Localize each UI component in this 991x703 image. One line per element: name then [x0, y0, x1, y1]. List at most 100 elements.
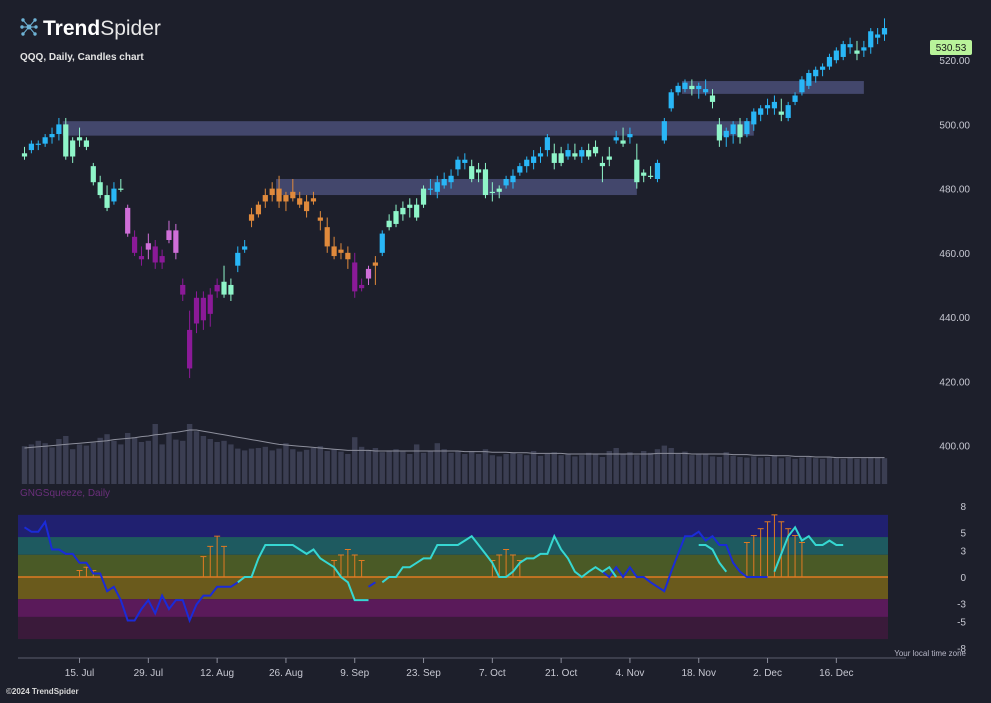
candle-body: [324, 227, 330, 247]
volume-bar: [530, 451, 537, 484]
candle-body: [551, 153, 557, 163]
volume-bar: [297, 451, 303, 484]
volume-bar: [180, 440, 186, 484]
candle-body: [455, 159, 461, 170]
volume-bar: [813, 458, 819, 484]
candle-body: [469, 166, 475, 179]
volume-bar: [833, 458, 840, 484]
volume-bar: [757, 457, 764, 484]
candle-body: [228, 284, 234, 295]
time-tick-label: 16. Dec: [819, 668, 853, 679]
volume-bar: [193, 431, 200, 484]
candle-body: [35, 143, 41, 145]
candle-body: [276, 188, 282, 202]
last-price-value: 530.53: [936, 43, 967, 54]
candle-body: [434, 182, 440, 192]
candle-body: [145, 243, 151, 250]
candle-body: [689, 85, 695, 90]
candle-body: [641, 172, 647, 176]
volume-bar: [606, 451, 612, 484]
volume-bar: [462, 454, 468, 484]
volume-bar: [166, 433, 172, 484]
candle-body: [524, 159, 530, 167]
chart-stage: TrendSpider QQQ, Daily, Candles chart 40…: [0, 0, 991, 698]
volume-bar: [331, 449, 337, 484]
volume-bar: [599, 457, 606, 484]
candle-body: [813, 69, 819, 77]
candle-body: [400, 207, 406, 215]
volume-bar: [241, 450, 248, 484]
candle-body: [427, 188, 434, 190]
volume-bar: [42, 443, 48, 484]
volume-bar: [565, 454, 571, 484]
volume-bar: [778, 458, 784, 484]
candle-body: [152, 246, 158, 263]
timezone-label[interactable]: Your local time zone: [894, 649, 966, 658]
volume-bar: [702, 454, 709, 484]
candle-body: [462, 159, 468, 163]
candle-body: [303, 201, 310, 212]
candle-body: [235, 252, 241, 266]
candle-body: [723, 130, 729, 138]
volume-bar: [723, 452, 729, 484]
volume-bar: [455, 451, 461, 484]
time-tick-label: 21. Oct: [545, 668, 577, 679]
candle-body: [63, 124, 69, 157]
candle-body: [613, 137, 619, 141]
candle-body: [709, 95, 716, 102]
candle-body: [248, 214, 255, 221]
candle-body: [290, 191, 296, 199]
volume-bar: [49, 447, 55, 484]
time-tick-label: 7. Oct: [479, 668, 506, 679]
indicator-tick-label: -3: [957, 600, 966, 611]
candle-body: [634, 159, 640, 183]
volume-bar: [372, 448, 379, 484]
volume-bar: [131, 437, 138, 484]
candle-body: [826, 56, 833, 67]
candle-body: [317, 217, 323, 221]
candle-body: [682, 82, 688, 90]
candle-body: [70, 140, 76, 157]
candle-body: [703, 89, 709, 93]
candle-body: [579, 150, 585, 157]
volume-bar: [751, 456, 757, 484]
chart-svg[interactable]: TrendSpider QQQ, Daily, Candles chart 40…: [0, 0, 991, 698]
volume-bar: [358, 446, 365, 484]
volume-bar: [585, 452, 592, 484]
volume-bar: [214, 442, 220, 484]
volume-bar: [874, 457, 881, 484]
volume-bar: [489, 455, 496, 484]
zone-rect: [62, 121, 754, 136]
candle-body: [166, 230, 172, 240]
volume-bar: [579, 455, 585, 484]
volume-bar: [441, 449, 447, 484]
zone-rect: [276, 178, 637, 196]
indicator-label: GNGSqueeze, Daily: [20, 488, 110, 499]
volume-bar: [104, 434, 110, 484]
candle-body: [386, 220, 392, 228]
volume-bar: [854, 458, 860, 484]
volume-bar: [503, 454, 509, 484]
candle-body: [420, 188, 427, 205]
volume-bar: [737, 457, 743, 484]
volume-bar: [482, 449, 489, 484]
candle-body: [592, 146, 599, 154]
volume-bar: [826, 457, 833, 484]
candle-body: [56, 124, 62, 135]
candle-body: [242, 246, 248, 250]
candle-body: [331, 246, 337, 257]
time-tick-label: 2. Dec: [753, 668, 782, 679]
volume-bar: [90, 442, 96, 484]
candle-body: [131, 236, 138, 253]
volume-bar: [840, 458, 846, 484]
candle-body: [599, 162, 606, 167]
volume-bar: [83, 445, 90, 484]
candle-body: [799, 79, 805, 93]
zone-rect: [681, 81, 864, 94]
volume-bar: [682, 451, 688, 484]
candle-body: [586, 150, 592, 157]
volume-bar: [352, 437, 358, 484]
price-tick-label: 440.00: [939, 313, 970, 324]
volume-bar: [572, 456, 578, 484]
volume-bar: [764, 457, 771, 484]
